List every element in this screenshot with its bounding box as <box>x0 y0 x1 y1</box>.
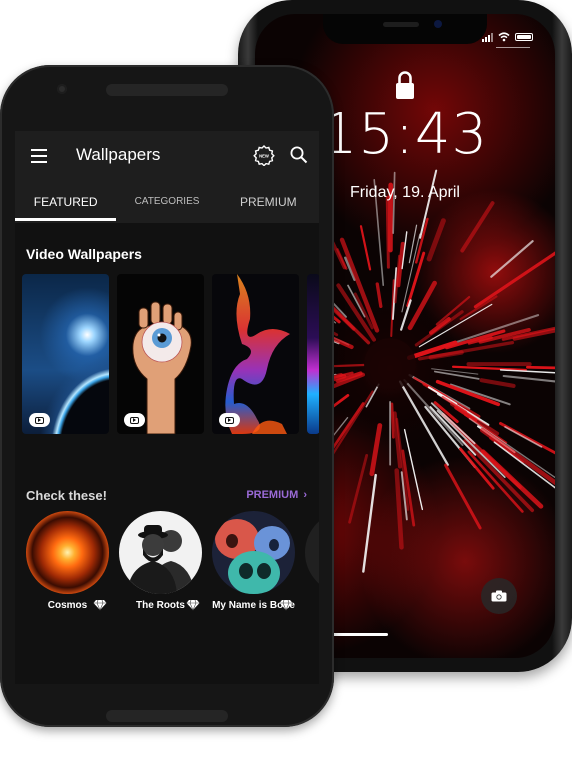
wallpaper-ray <box>327 390 374 462</box>
camera-shortcut-button[interactable] <box>481 578 517 614</box>
wallpaper-core <box>364 338 416 390</box>
wallpaper-ray <box>426 218 446 262</box>
wallpaper-ray <box>434 370 480 380</box>
collection-item-partial[interactable] <box>305 511 319 611</box>
video-card-neon[interactable] <box>307 274 319 434</box>
premium-diamond-icon <box>279 599 293 611</box>
wallpaper-ray <box>502 374 555 383</box>
wallpaper-ray <box>348 453 369 524</box>
tab-bar: FEATURED CATEGORIES PREMIUM <box>15 187 319 223</box>
premium-diamond-icon <box>93 599 107 611</box>
lock-icon <box>396 71 414 99</box>
wallpapers-app-screen: Wallpapers NEW FEATURED CATEGORIES PREMI… <box>15 131 319 684</box>
wallpaper-ray <box>359 225 372 271</box>
front-camera <box>434 20 442 28</box>
wallpaper-ray <box>444 463 482 530</box>
tab-featured[interactable]: FEATURED <box>15 187 117 223</box>
status-bar <box>482 32 533 42</box>
video-card-earth[interactable] <box>22 274 109 434</box>
wallpaper-ray <box>463 439 535 513</box>
collection-item-my-name-is-bone[interactable]: My Name is Bone <box>212 511 295 611</box>
video-play-icon <box>29 413 50 427</box>
wallpaper-ray <box>362 473 377 573</box>
collection-image-cosmos <box>26 511 109 594</box>
new-badge-text: NEW <box>259 154 269 159</box>
new-badge-icon[interactable]: NEW <box>253 144 275 166</box>
app-title: Wallpapers <box>76 145 161 164</box>
video-wallpapers-carousel[interactable] <box>22 274 319 434</box>
video-wallpapers-title: Video Wallpapers <box>26 246 142 262</box>
app-bar: Wallpapers NEW FEATURED CATEGORIES PREMI… <box>15 131 319 223</box>
band-photo <box>127 525 195 594</box>
iphone-notch <box>323 14 487 44</box>
wallpaper-ray <box>460 201 495 253</box>
wallpaper-ray <box>408 224 418 264</box>
camera-icon <box>491 590 507 602</box>
wallpaper-ray <box>392 411 402 469</box>
wallpaper-ray <box>419 169 438 239</box>
collection-image-the-roots <box>119 511 202 594</box>
skulls-illustration <box>215 519 290 594</box>
tab-premium[interactable]: PREMIUM <box>218 187 319 223</box>
eyeball-hand-illustration <box>132 301 192 434</box>
android-front-camera <box>57 84 67 94</box>
video-card-smoke[interactable] <box>212 274 299 434</box>
wallpaper-ray <box>390 402 395 439</box>
video-play-icon <box>124 413 145 427</box>
signal-icon <box>482 32 493 42</box>
control-center-indicator[interactable] <box>496 47 530 48</box>
wifi-icon <box>498 32 510 42</box>
android-bottom-speaker <box>106 710 228 722</box>
collection-image-partial <box>305 511 319 594</box>
wallpaper-ray <box>526 365 555 370</box>
wallpaper-ray <box>473 251 555 309</box>
android-top-speaker <box>106 84 228 96</box>
chevron-right-icon: › <box>303 489 307 501</box>
wallpaper-ray <box>392 171 396 234</box>
check-these-title: Check these! <box>26 488 107 503</box>
battery-icon <box>515 33 533 41</box>
premium-link-label: PREMIUM <box>246 489 299 501</box>
color-smoke-illustration <box>225 274 290 434</box>
hamburger-menu-icon[interactable] <box>31 149 47 163</box>
wallpaper-ray <box>414 310 464 347</box>
collection-item-the-roots[interactable]: The Roots <box>119 511 202 611</box>
wallpaper-ray <box>365 383 380 408</box>
premium-diamond-icon <box>186 599 200 611</box>
wallpaper-ray <box>504 426 543 448</box>
video-play-icon <box>219 413 240 427</box>
search-icon[interactable] <box>289 145 309 165</box>
wallpaper-ray <box>375 282 383 308</box>
wallpaper-ray <box>394 468 404 550</box>
android-device: Wallpapers NEW FEATURED CATEGORIES PREMI… <box>0 65 334 727</box>
video-card-eyeball[interactable] <box>117 274 204 434</box>
collection-item-cosmos[interactable]: Cosmos <box>26 511 109 611</box>
tab-categories[interactable]: CATEGORIES <box>116 187 217 223</box>
premium-link[interactable]: PREMIUM › <box>246 489 307 501</box>
premium-collections-carousel[interactable]: Cosmos The Roots My Name is Bone <box>26 511 319 611</box>
wallpaper-ray <box>369 423 383 477</box>
collection-image-my-name-is-bone <box>212 511 295 594</box>
earpiece-speaker <box>383 22 419 27</box>
wallpaper-ray <box>451 365 527 372</box>
wallpaper-ray <box>479 378 516 388</box>
wallpaper-ray <box>499 369 555 374</box>
wallpaper-ray <box>428 350 464 360</box>
wallpaper-ray <box>449 383 511 406</box>
